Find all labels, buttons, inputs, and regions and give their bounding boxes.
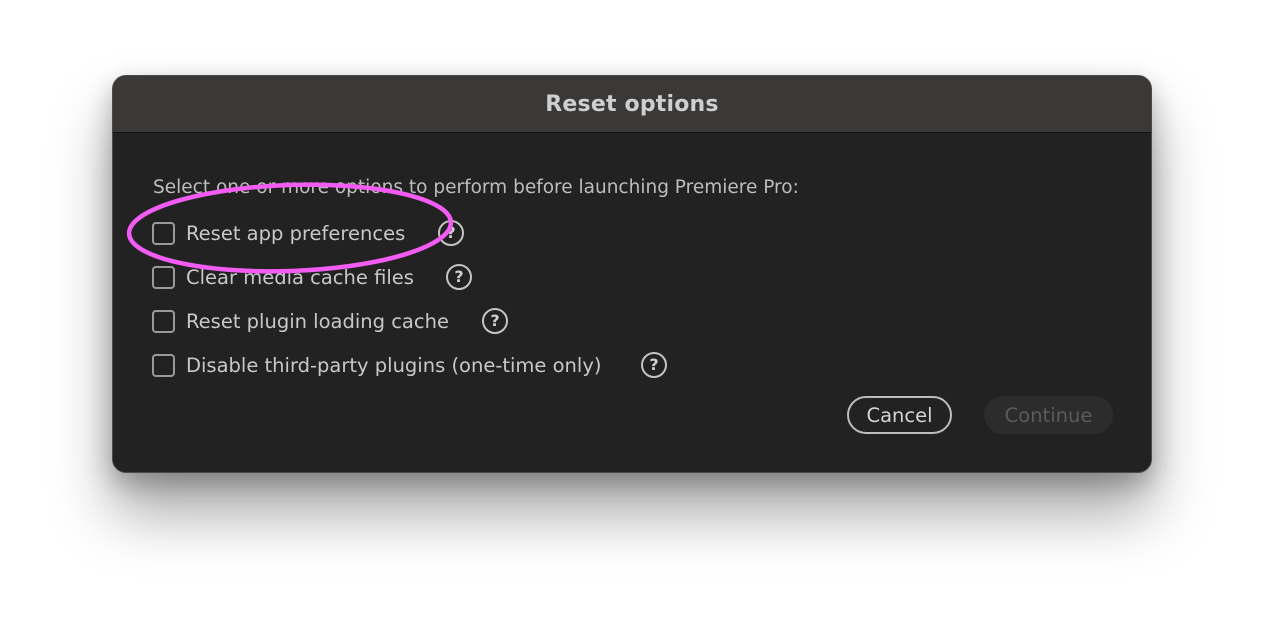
question-circle-icon[interactable]: ? (438, 220, 464, 246)
option-reset-app-preferences[interactable]: Reset app preferences (152, 218, 405, 248)
option-label: Reset plugin loading cache (186, 309, 449, 333)
reset-plugin-loading-cache-checkbox[interactable] (152, 309, 175, 333)
option-clear-media-cache[interactable]: Clear media cache files (152, 262, 414, 292)
option-label: Disable third-party plugins (one-time on… (186, 353, 602, 377)
reset-app-preferences-checkbox[interactable] (152, 221, 175, 245)
dialog-titlebar: Reset options (113, 76, 1151, 133)
dialog-title: Reset options (545, 91, 719, 117)
option-label: Clear media cache files (186, 265, 414, 289)
disable-third-party-plugins-checkbox[interactable] (152, 353, 175, 377)
instructions-text: Select one or more options to perform be… (153, 177, 799, 198)
question-circle-icon[interactable]: ? (446, 264, 472, 290)
reset-options-dialog: Reset options Select one or more options… (112, 75, 1152, 473)
clear-media-cache-checkbox[interactable] (152, 265, 175, 289)
question-circle-icon[interactable]: ? (482, 308, 508, 334)
option-label: Reset app preferences (186, 221, 406, 245)
question-circle-icon[interactable]: ? (641, 352, 667, 378)
option-reset-plugin-loading-cache[interactable]: Reset plugin loading cache (152, 306, 449, 336)
cancel-button[interactable]: Cancel (847, 396, 952, 434)
continue-button[interactable]: Continue (984, 396, 1113, 434)
option-disable-third-party-plugins[interactable]: Disable third-party plugins (one-time on… (152, 350, 601, 380)
